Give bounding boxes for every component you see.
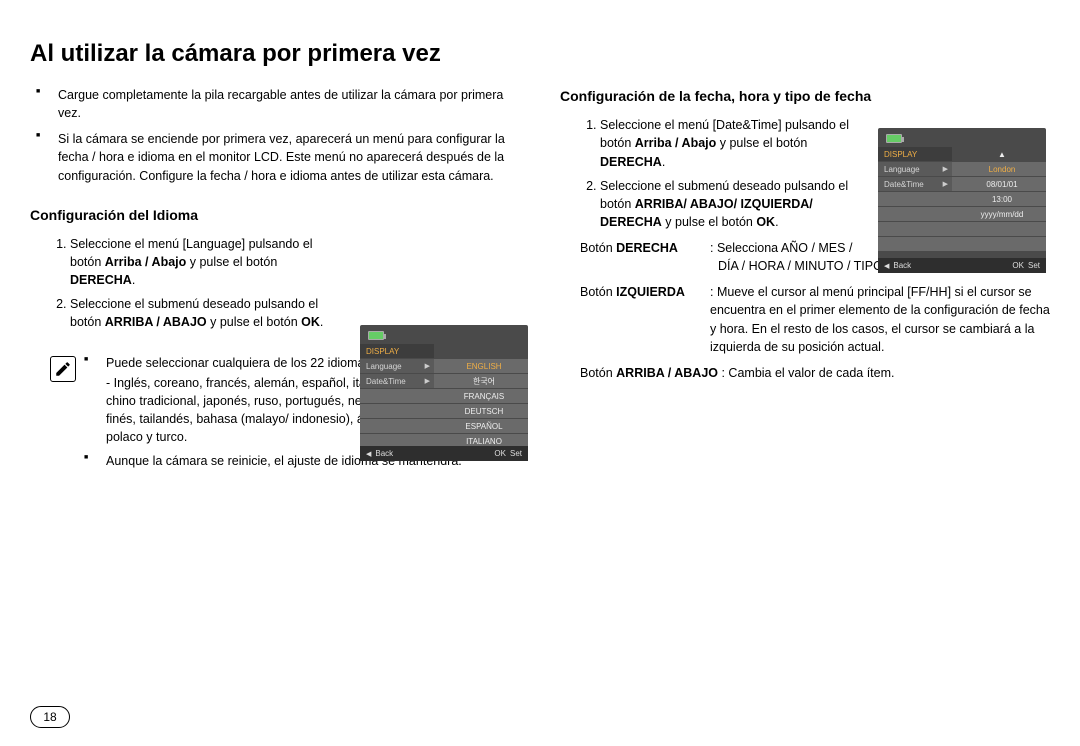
- lang-step-1: Seleccione el menú [Language] pulsando e…: [70, 235, 520, 289]
- lcd-opt-format: yyyy/mm/dd: [952, 207, 1046, 222]
- page-number: 18: [30, 706, 70, 728]
- lcd-set-label: Set: [510, 449, 522, 458]
- chevron-right-icon: ▶: [425, 377, 430, 385]
- page-title: Al utilizar la cámara por primera vez: [30, 40, 1050, 68]
- txt: : Cambia el valor de cada ítem.: [721, 366, 894, 380]
- lcd-empty: [360, 419, 434, 434]
- txt: .: [320, 315, 323, 329]
- triangle-up-icon: ▲: [998, 150, 1006, 159]
- lcd-back-label: Back: [893, 261, 911, 270]
- txt: Botón: [580, 366, 616, 380]
- txt-bold: DERECHA: [70, 273, 132, 287]
- btn-derecha-label: Botón DERECHA: [580, 239, 710, 275]
- txt: Botón: [580, 285, 616, 299]
- date-heading: Configuración de la fecha, hora y tipo d…: [560, 86, 1050, 106]
- lcd-empty: [878, 237, 952, 252]
- lcd-opt-time: 13:00: [952, 192, 1046, 207]
- chevron-right-icon: ▶: [943, 180, 948, 188]
- txt: y pulse el botón: [186, 255, 277, 269]
- intro-bullets: Cargue completamente la pila recargable …: [30, 86, 520, 185]
- lcd-opt-korean: 한국어: [434, 374, 528, 389]
- txt-bold: IZQUIERDA: [616, 285, 685, 299]
- txt-bold: OK: [301, 315, 320, 329]
- chevron-right-icon: ▶: [425, 362, 430, 370]
- lcd-set-label: Set: [1028, 261, 1040, 270]
- txt-bold: ARRIBA / ABAJO: [616, 366, 718, 380]
- pencil-icon: [54, 360, 72, 378]
- btn-updown-row: Botón ARRIBA / ABAJO : Cambia el valor d…: [580, 364, 1050, 382]
- txt: .: [132, 273, 135, 287]
- battery-icon: [368, 331, 384, 340]
- note-icon: [50, 356, 76, 382]
- language-steps: Seleccione el menú [Language] pulsando e…: [30, 235, 520, 332]
- txt: Language: [366, 362, 402, 371]
- txt: .: [775, 215, 778, 229]
- battery-icon: [886, 134, 902, 143]
- intro-bullet-2: Si la cámara se enciende por primera vez…: [58, 130, 520, 184]
- lcd-row-datetime: Date&Time ▶: [878, 177, 952, 192]
- txt-bold: Arriba / Abajo: [635, 136, 717, 150]
- triangle-left-icon: ◀: [884, 262, 889, 270]
- txt: Botón: [580, 241, 616, 255]
- txt: Date&Time: [884, 180, 924, 189]
- lcd-back-label: Back: [375, 449, 393, 458]
- lcd-empty: [878, 192, 952, 207]
- lcd-empty: [878, 207, 952, 222]
- lcd-empty: [360, 404, 434, 419]
- lcd-ok-label: OK: [494, 449, 506, 458]
- txt-bold: ARRIBA / ABAJO: [105, 315, 207, 329]
- lcd-empty: [878, 222, 952, 237]
- txt: .: [662, 155, 665, 169]
- lcd-footer: ◀ Back OK Set: [878, 258, 1046, 273]
- lcd-up-arrow: ▲: [952, 147, 1046, 162]
- txt-bold: DERECHA: [616, 241, 678, 255]
- intro-bullet-1: Cargue completamente la pila recargable …: [58, 86, 520, 122]
- lcd-row-datetime: Date&Time ▶: [360, 374, 434, 389]
- lcd-header: DISPLAY: [878, 147, 952, 162]
- lcd-language-screen: DISPLAY Language ▶ ENGLISH Date&Time ▶ 한국어…: [360, 325, 528, 461]
- txt-bold: DERECHA: [600, 155, 662, 169]
- txt: y pulse el botón: [662, 215, 757, 229]
- btn-izquierda-row: Botón IZQUIERDA : Mueve el cursor al men…: [580, 283, 1050, 356]
- lcd-opt-london: London: [952, 162, 1046, 177]
- txt-bold: Arriba / Abajo: [105, 255, 187, 269]
- lcd-row-language: Language ▶: [360, 359, 434, 374]
- lcd-date-screen: DISPLAY ▲ Language ▶ London Date&Time ▶ 08…: [878, 128, 1046, 273]
- btn-izquierda-body: : Mueve el cursor al menú principal [FF/…: [710, 283, 1050, 356]
- lcd-opt-english: ENGLISH: [434, 359, 528, 374]
- lcd-ok-label: OK: [1012, 261, 1024, 270]
- btn-izquierda-label: Botón IZQUIERDA: [580, 283, 710, 356]
- chevron-right-icon: ▶: [943, 165, 948, 173]
- lcd-empty: [952, 237, 1046, 252]
- txt: Language: [884, 165, 920, 174]
- lcd-footer: ◀ Back OK Set: [360, 446, 528, 461]
- txt: Date&Time: [366, 377, 406, 386]
- txt-bold: OK: [756, 215, 775, 229]
- lcd-opt-espanol: ESPAÑOL: [434, 419, 528, 434]
- txt: : Selecciona AÑO / MES /: [710, 241, 852, 255]
- lcd-empty: [434, 344, 528, 359]
- lcd-opt-date: 08/01/01: [952, 177, 1046, 192]
- lcd-header: DISPLAY: [360, 344, 434, 359]
- txt: y pulse el botón: [716, 136, 807, 150]
- language-heading: Configuración del Idioma: [30, 205, 520, 225]
- lcd-empty: [952, 222, 1046, 237]
- txt: y pulse el botón: [207, 315, 302, 329]
- lcd-row-language: Language ▶: [878, 162, 952, 177]
- lcd-empty: [360, 389, 434, 404]
- triangle-left-icon: ◀: [366, 450, 371, 458]
- lcd-opt-francais: FRANÇAIS: [434, 389, 528, 404]
- lcd-opt-deutsch: DEUTSCH: [434, 404, 528, 419]
